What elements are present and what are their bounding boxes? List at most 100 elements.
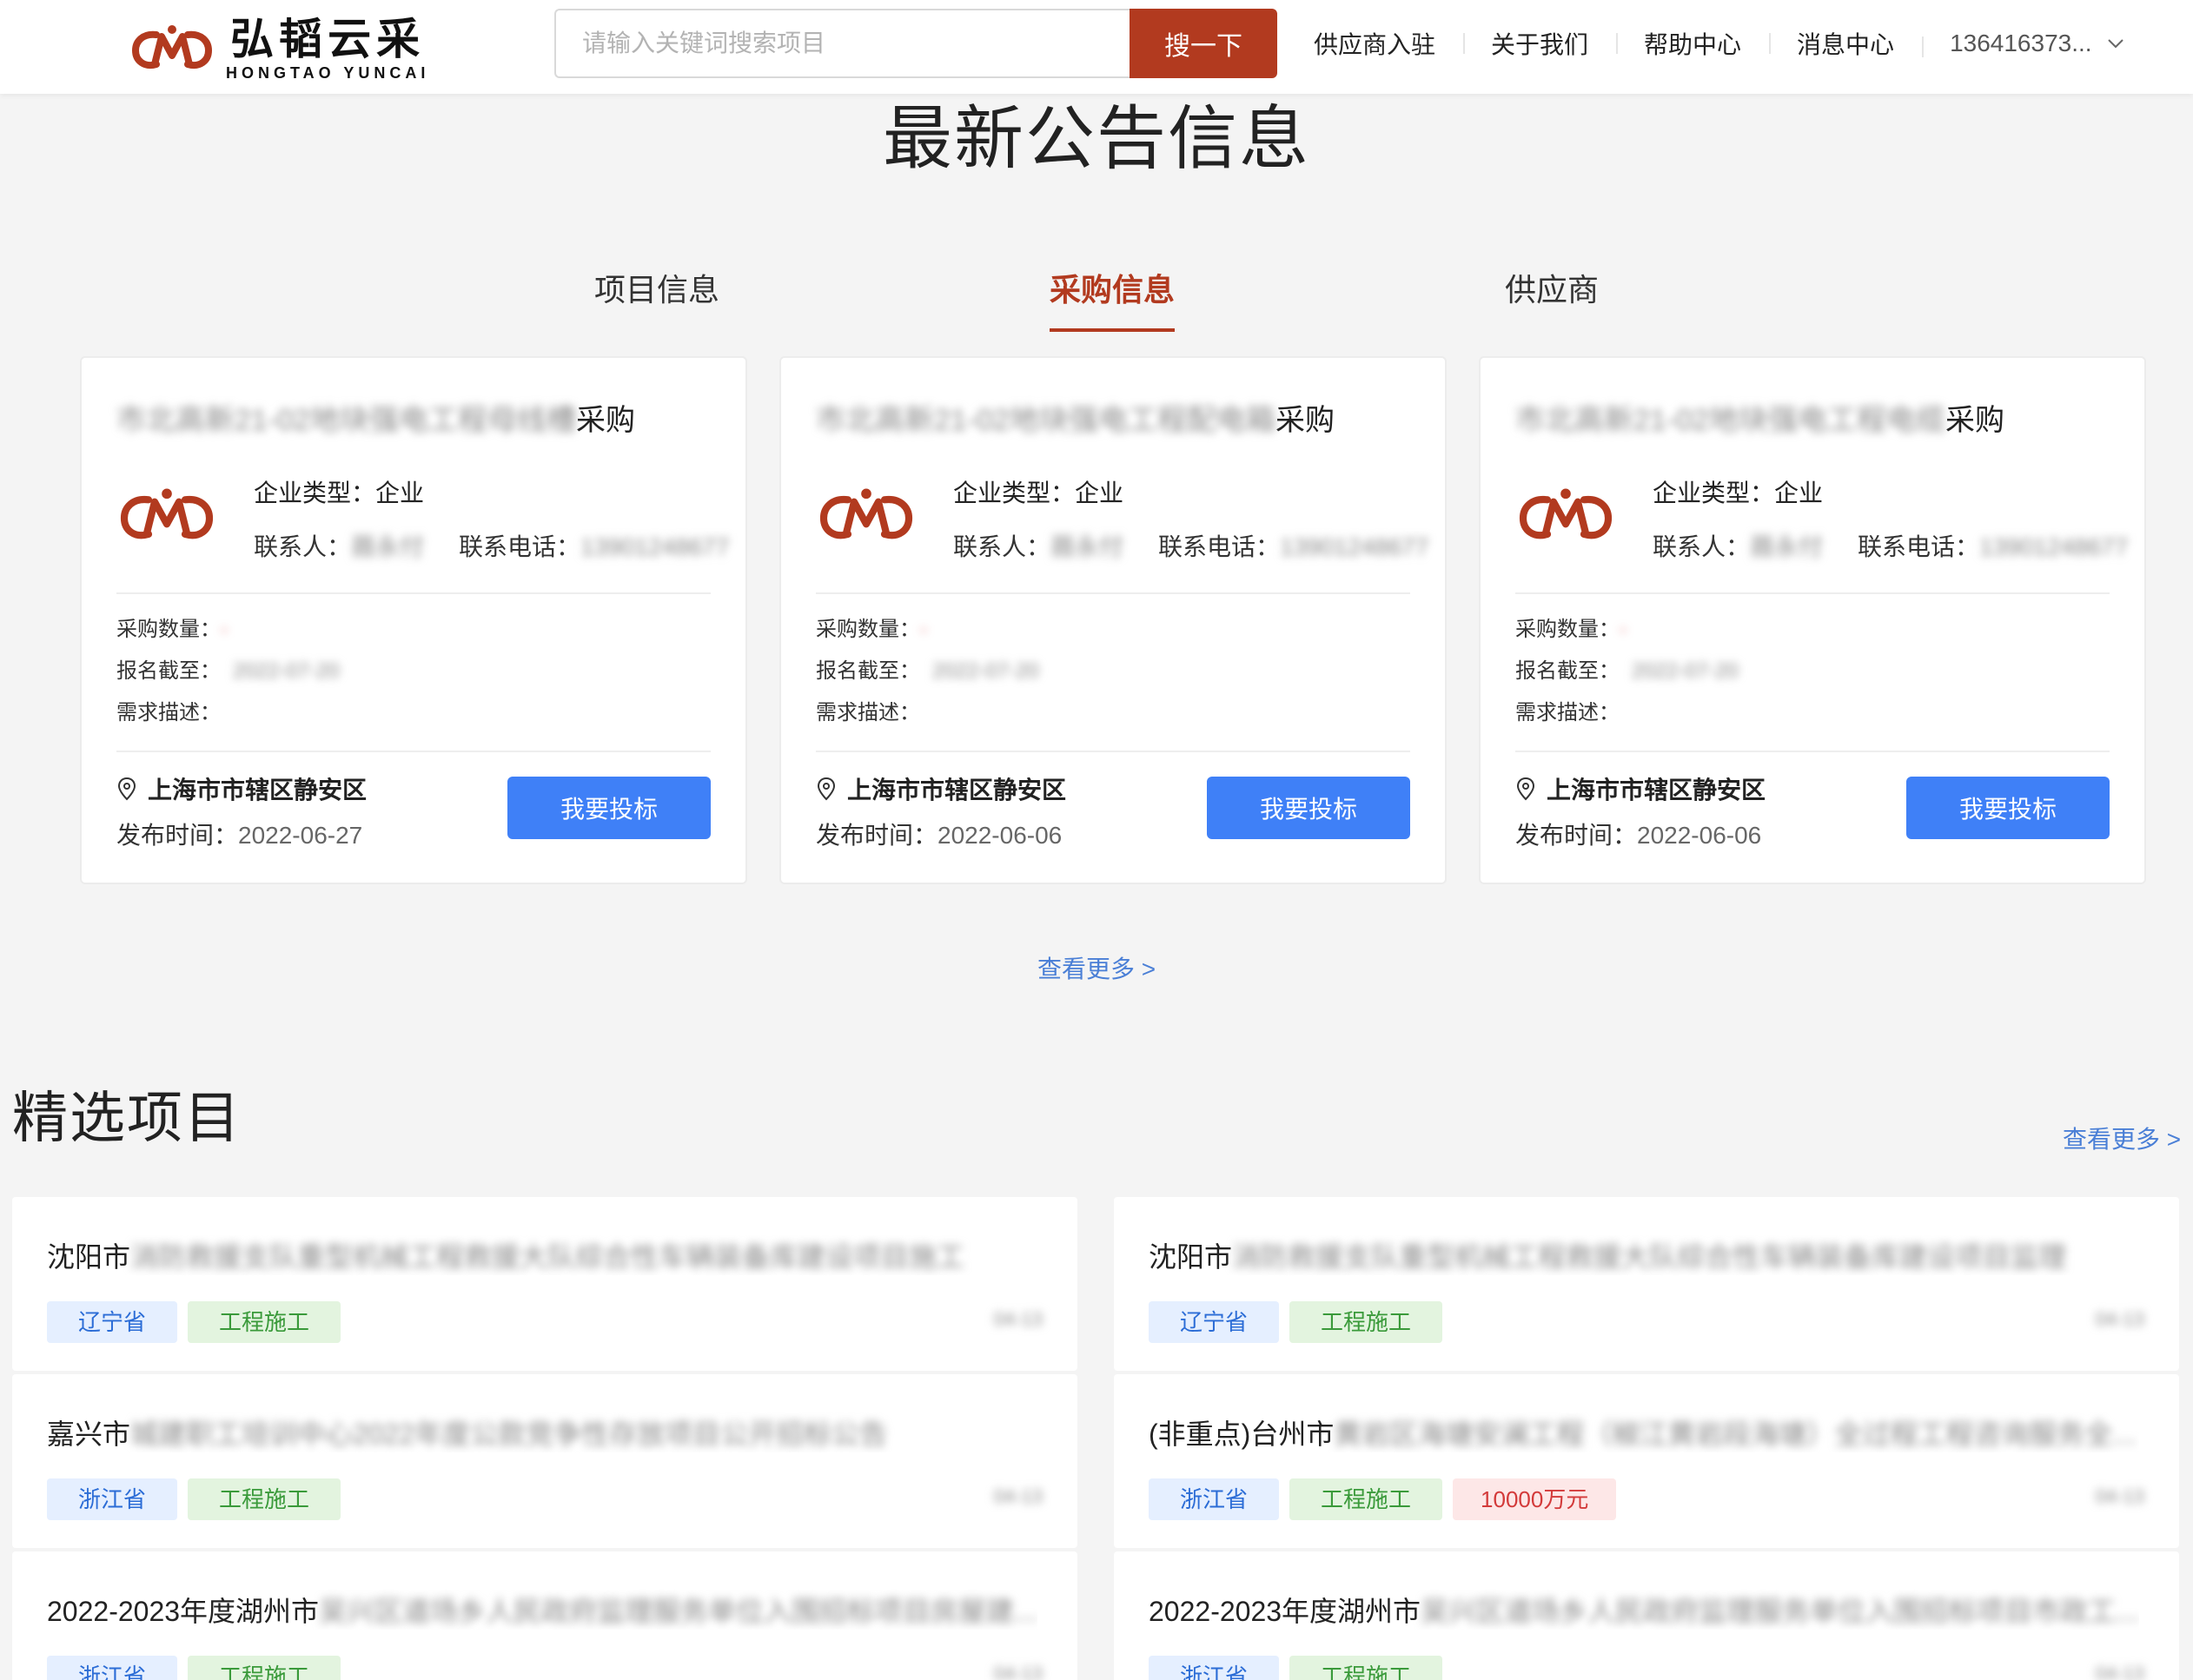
type-tag: 工程施工	[188, 1478, 341, 1520]
project-title[interactable]: 2022-2023年度湖州市吴兴区道场乡人民政府监理服务单位入围招标项目市政工.…	[1149, 1590, 2139, 1630]
location: 上海市市辖区静安区	[816, 771, 1066, 806]
company-type-row: 企业类型：企业	[953, 480, 1124, 506]
logo-mark-icon	[131, 25, 213, 69]
publish-time: 发布时间：2022-06-06	[816, 822, 1063, 849]
card-title[interactable]: 市北高新21-02地块强电工程母线槽采购	[116, 396, 635, 439]
procurement-card[interactable]: 市北高新21-02地块强电工程母线槽采购 企业类型：企业 联系人：聂永付 联系电话…	[80, 356, 747, 884]
top-nav: 供应商入驻 关于我们 帮助中心 消息中心 136416373...	[1286, 0, 2153, 87]
card-divider	[816, 751, 1410, 752]
tab-project-info[interactable]: 项目信息	[594, 259, 719, 332]
procurement-card[interactable]: 市北高新21-02地块强电工程配电箱采购 企业类型：企业 联系人：聂永付 联系电话…	[779, 356, 1447, 884]
contact-row: 联系人：聂永付 联系电话：13901248677	[953, 533, 1429, 560]
province-tag: 浙江省	[47, 1656, 178, 1680]
publish-time: 发布时间：2022-06-06	[1515, 822, 1762, 849]
company-logo-icon	[819, 488, 913, 539]
nav-about-us[interactable]: 关于我们	[1463, 26, 1616, 61]
province-tag: 浙江省	[1149, 1656, 1280, 1680]
type-tag: 工程施工	[1289, 1656, 1443, 1680]
contact-phone: 13901248677	[1979, 533, 2129, 560]
amount-tag: 10000万元	[1453, 1478, 1617, 1520]
project-list-item[interactable]: 2022-2023年度湖州市吴兴区道场乡人民政府监理服务单位入围招标项目房屋建.…	[12, 1551, 1077, 1680]
announcements-title: 最新公告信息	[883, 100, 1310, 177]
contact-phone: 13901248677	[1280, 533, 1429, 560]
project-list-item[interactable]: (非重点)台州市黄岩区海塘安澜工程（椒江黄岩段海塘）全过程工程咨询服务全... …	[1114, 1374, 2179, 1548]
contact-row: 联系人：聂永付 联系电话：13901248677	[1653, 533, 2129, 560]
card-title[interactable]: 市北高新21-02地块强电工程电缆采购	[1515, 396, 2004, 439]
project-list-item[interactable]: 沈阳市消防救援支队重型机械工程救援大队综合性车辆装备库建设项目施工 辽宁省 工程施…	[12, 1197, 1077, 1371]
nav-help-center[interactable]: 帮助中心	[1616, 26, 1769, 61]
deadline-row: 报名截至： 2022-07-20	[816, 659, 1039, 683]
description-row: 需求描述：	[116, 701, 221, 724]
search-input[interactable]	[554, 9, 1130, 78]
contact-name: 聂永付	[1750, 533, 1824, 560]
company-logo-icon	[1519, 488, 1613, 539]
project-date: 04-13	[2095, 1663, 2144, 1680]
project-title[interactable]: 沈阳市消防救援支队重型机械工程救援大队综合性车辆装备库建设项目监理	[1149, 1235, 2139, 1275]
deadline-row: 报名截至： 2022-07-20	[1515, 659, 1739, 683]
type-tag: 工程施工	[188, 1656, 341, 1680]
project-title[interactable]: 嘉兴市城建职工培训中心2022年度公款竞争性存放项目公开招标公告	[47, 1412, 1037, 1452]
location: 上海市市辖区静安区	[116, 771, 367, 806]
featured-view-more-link[interactable]: 查看更多 >	[2063, 1121, 2181, 1155]
project-list-item[interactable]: 嘉兴市城建职工培训中心2022年度公款竞争性存放项目公开招标公告 浙江省 工程施工…	[12, 1374, 1077, 1548]
search-button[interactable]: 搜一下	[1130, 9, 1277, 78]
card-title[interactable]: 市北高新21-02地块强电工程配电箱采购	[816, 396, 1335, 439]
bid-button[interactable]: 我要投标	[1906, 777, 2110, 839]
company-type-value: 企业	[375, 480, 425, 506]
contact-name: 聂永付	[1050, 533, 1124, 560]
project-date: 04-13	[993, 1308, 1043, 1330]
logo-chinese-text: 弘韬云采	[230, 15, 426, 63]
nav-message-center[interactable]: 消息中心	[1769, 26, 1922, 61]
user-phone: 136416373...	[1950, 30, 2092, 56]
company-type-row: 企业类型：企业	[1653, 480, 1824, 506]
logo-english-text: HONGTAO YUNCAI	[226, 64, 430, 82]
project-list-item[interactable]: 沈阳市消防救援支队重型机械工程救援大队综合性车辆装备库建设项目监理 辽宁省 工程施…	[1114, 1197, 2179, 1371]
featured-projects-title: 精选项目	[12, 1087, 242, 1149]
project-title[interactable]: 2022-2023年度湖州市吴兴区道场乡人民政府监理服务单位入围招标项目房屋建.…	[47, 1590, 1037, 1630]
tab-suppliers[interactable]: 供应商	[1505, 259, 1599, 332]
chevron-down-icon	[2107, 39, 2123, 49]
quantity-row: 采购数量：-	[116, 618, 228, 641]
top-header: 弘韬云采 HONGTAO YUNCAI 搜一下 供应商入驻 关于我们 帮助中心 …	[0, 0, 2193, 94]
company-type-value: 企业	[1774, 480, 1824, 506]
quantity-row: 采购数量：-	[1515, 618, 1627, 641]
bid-button[interactable]: 我要投标	[507, 777, 711, 839]
location-pin-icon	[817, 777, 836, 801]
company-type-value: 企业	[1075, 480, 1124, 506]
project-date: 04-13	[2095, 1485, 2144, 1507]
card-divider	[1515, 592, 2110, 594]
announcement-tabs: 项目信息 采购信息 供应商	[0, 259, 2193, 337]
type-tag: 工程施工	[1289, 1478, 1443, 1520]
tab-procurement-info[interactable]: 采购信息	[1050, 259, 1176, 332]
card-divider	[116, 592, 711, 594]
procurement-card[interactable]: 市北高新21-02地块强电工程电缆采购 企业类型：企业 联系人：聂永付 联系电话：…	[1479, 356, 2146, 884]
province-tag: 浙江省	[47, 1478, 178, 1520]
province-tag: 浙江省	[1149, 1478, 1280, 1520]
project-title[interactable]: (非重点)台州市黄岩区海塘安澜工程（椒江黄岩段海塘）全过程工程咨询服务全...	[1149, 1412, 2139, 1452]
bid-button[interactable]: 我要投标	[1207, 777, 1410, 839]
project-date: 04-13	[2095, 1308, 2144, 1330]
project-title[interactable]: 沈阳市消防救援支队重型机械工程救援大队综合性车辆装备库建设项目施工	[47, 1235, 1037, 1275]
contact-phone: 13901248677	[580, 533, 730, 560]
company-type-row: 企业类型：企业	[254, 480, 425, 506]
contact-name: 聂永付	[351, 533, 425, 560]
location-pin-icon	[117, 777, 136, 801]
quantity-row: 采购数量：-	[816, 618, 927, 641]
type-tag: 工程施工	[188, 1301, 341, 1343]
publish-time: 发布时间：2022-06-27	[116, 822, 363, 849]
project-date: 04-13	[993, 1663, 1043, 1680]
nav-supplier-join[interactable]: 供应商入驻	[1286, 26, 1463, 61]
user-account-menu[interactable]: 136416373...	[1922, 30, 2153, 57]
site-logo[interactable]: 弘韬云采 HONGTAO YUNCAI	[130, 12, 429, 85]
card-divider	[116, 751, 711, 752]
contact-row: 联系人：聂永付 联系电话：13901248677	[254, 533, 730, 560]
location: 上海市市辖区静安区	[1515, 771, 1766, 806]
project-date: 04-13	[993, 1485, 1043, 1507]
location-pin-icon	[1516, 777, 1535, 801]
search-bar: 搜一下	[554, 9, 1277, 78]
project-list-item[interactable]: 2022-2023年度湖州市吴兴区道场乡人民政府监理服务单位入围招标项目市政工.…	[1114, 1551, 2179, 1680]
announcements-view-more-link[interactable]: 查看更多 >	[1037, 950, 1156, 985]
company-logo-icon	[120, 488, 214, 539]
type-tag: 工程施工	[1289, 1301, 1443, 1343]
deadline-row: 报名截至： 2022-07-20	[116, 659, 340, 683]
